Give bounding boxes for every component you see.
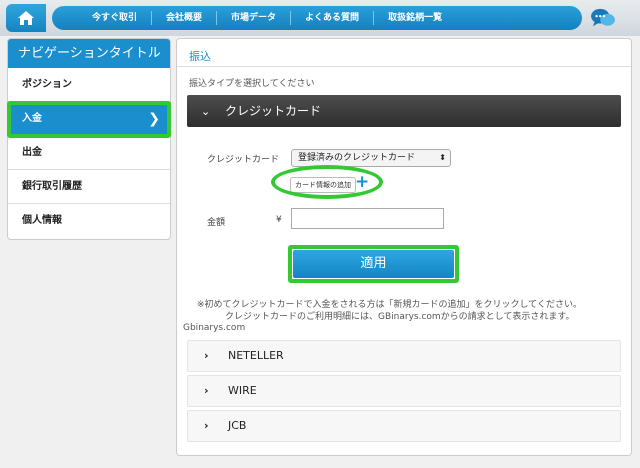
accordion-title: WIRE (228, 384, 257, 397)
notice-line: クレジットカードのご利用明細には、GBinarys.comからの請求として表示さ… (225, 312, 575, 322)
card-select[interactable]: 登録済みのクレジットカード ⬍ (291, 149, 451, 167)
chevron-right-icon: › (204, 419, 209, 432)
main-panel: 振込 振込タイプを選択してください ⌄ クレジットカード クレジットカード 登録済… (176, 38, 632, 456)
domain-text: Gbinarys.com (183, 323, 246, 333)
nav-item-faq[interactable]: よくある質問 (291, 11, 375, 25)
breadcrumb[interactable]: 振込 (189, 48, 211, 64)
nav-item-company[interactable]: 会社概要 (152, 11, 218, 25)
sidebar-item-label: 銀行取引履歴 (22, 181, 82, 192)
highlight-box-deposit (7, 101, 171, 138)
sidebar-title: ナビゲーションタイトル (8, 39, 170, 68)
accordion-jcb[interactable]: › JCB (187, 410, 621, 442)
sidebar-item-label: 出金 (22, 147, 42, 158)
select-arrows-icon: ⬍ (439, 153, 446, 162)
accordion-credit-card-header[interactable]: ⌄ クレジットカード (187, 95, 621, 127)
page-subtitle: 振込タイプを選択してください (189, 79, 315, 89)
card-field-label: クレジットカード (207, 155, 280, 165)
home-button[interactable] (6, 4, 46, 32)
divider (177, 66, 631, 67)
nav-item-instruments[interactable]: 取扱銘柄一覧 (374, 11, 456, 25)
accordion-title: NETELLER (228, 349, 284, 362)
sidebar: ナビゲーションタイトル ポジション 入金 ❯ 出金 銀行取引履歴 個人情報 (7, 38, 171, 240)
accordion-title: クレジットカード (225, 104, 322, 118)
sidebar-item-bank-history[interactable]: 銀行取引履歴 (8, 170, 170, 204)
main-nav: 今すぐ取引 会社概要 市場データ よくある質問 取扱銘柄一覧 (52, 6, 582, 30)
home-icon (18, 11, 34, 25)
currency-symbol: ¥ (276, 215, 282, 225)
chevron-down-icon: ⌄ (201, 105, 211, 118)
chevron-right-icon: › (204, 384, 209, 397)
card-select-value: 登録済みのクレジットカード (298, 153, 416, 163)
notice-line: ※初めてクレジットカードで入金をされる方は「新規カードの追加」をクリックしてくだ… (197, 300, 583, 310)
sidebar-item-personal-info[interactable]: 個人情報 (8, 204, 170, 238)
nav-item-market-data[interactable]: 市場データ (217, 11, 292, 25)
chat-button[interactable] (588, 4, 618, 32)
sidebar-item-positions[interactable]: ポジション (8, 68, 170, 102)
chevron-right-icon: › (204, 349, 209, 362)
chat-icon (591, 8, 615, 27)
notice-text: ※初めてクレジットカードで入金をされる方は「新規カードの追加」をクリックしてくだ… (197, 299, 617, 323)
accordion-neteller[interactable]: › NETELLER (187, 340, 621, 372)
top-bar: 今すぐ取引 会社概要 市場データ よくある質問 取扱銘柄一覧 (0, 0, 640, 36)
sidebar-item-label: 個人情報 (22, 215, 62, 226)
amount-input[interactable] (291, 208, 444, 229)
highlight-ellipse-add-card (271, 165, 383, 199)
apply-button[interactable]: 適用 (293, 250, 454, 278)
accordion-wire[interactable]: › WIRE (187, 375, 621, 407)
nav-item-trade-now[interactable]: 今すぐ取引 (78, 11, 153, 25)
sidebar-item-label: ポジション (22, 79, 72, 90)
sidebar-item-withdrawal[interactable]: 出金 (8, 136, 170, 170)
amount-field-label: 金額 (207, 218, 226, 228)
accordion-title: JCB (228, 419, 247, 432)
